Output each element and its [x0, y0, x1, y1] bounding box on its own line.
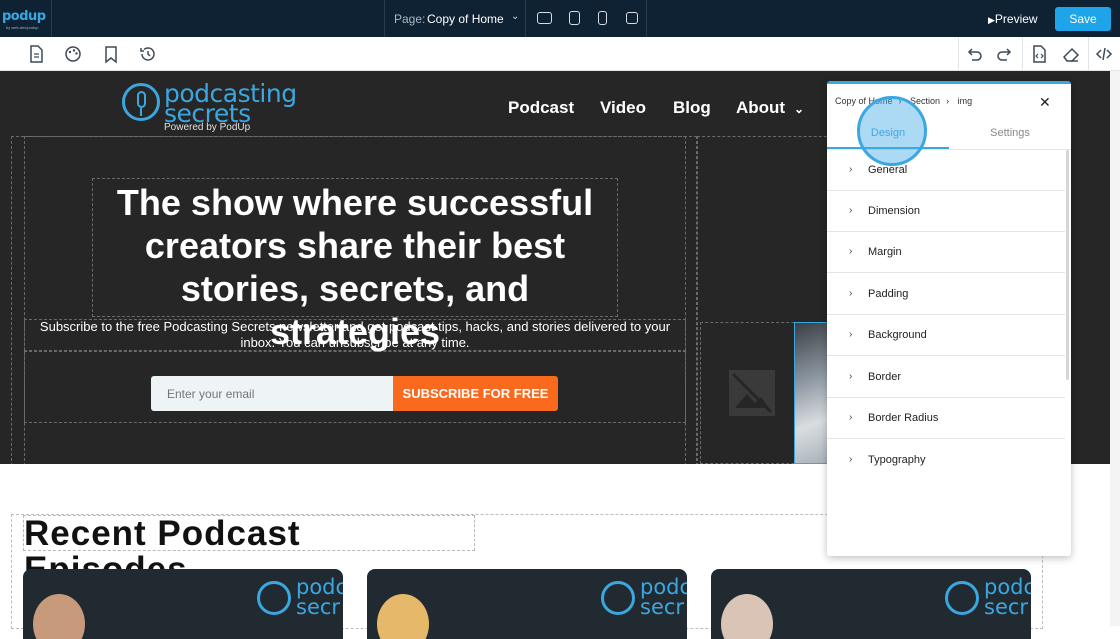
- accordion-label: Dimension: [868, 205, 920, 217]
- page-selector[interactable]: Page: Copy of Home ⌄: [384, 0, 526, 37]
- accordion-label: Border Radius: [868, 412, 939, 424]
- chevron-right-icon: ›: [849, 329, 853, 340]
- close-icon[interactable]: ✕: [1039, 94, 1051, 111]
- accordion-background[interactable]: › Background: [827, 315, 1065, 356]
- nav-link-podcast[interactable]: Podcast: [508, 98, 574, 118]
- hero-subtext[interactable]: Subscribe to the free Podcasting Secrets…: [24, 319, 686, 351]
- chevron-right-icon: ›: [849, 246, 853, 257]
- accordion-label: Border: [868, 371, 902, 383]
- podcast-mic-logo-icon: [122, 83, 160, 121]
- card-brand-line2: secr: [296, 595, 341, 619]
- accordion-border[interactable]: › Border: [827, 357, 1065, 398]
- episode-card[interactable]: podc secr: [367, 569, 687, 639]
- hero-headline[interactable]: The show where successful creators share…: [92, 178, 618, 352]
- mobile-view-icon[interactable]: [598, 11, 607, 25]
- eraser-icon[interactable]: [1061, 44, 1081, 64]
- guest-photo: [721, 594, 773, 639]
- chevron-right-icon: ›: [849, 371, 853, 382]
- page-selector-label: Page:: [394, 12, 426, 26]
- page-settings-icon[interactable]: [26, 44, 46, 64]
- nav-link-about[interactable]: About: [736, 98, 785, 118]
- history-icon[interactable]: [138, 44, 158, 64]
- chevron-right-icon: ›: [849, 454, 853, 465]
- accordion-label: Padding: [868, 288, 909, 300]
- save-button[interactable]: Save: [1055, 7, 1111, 31]
- preview-button[interactable]: ▶Preview: [988, 12, 1038, 26]
- divider: [1088, 37, 1089, 71]
- accordion-padding[interactable]: › Padding: [827, 274, 1065, 315]
- broken-image-icon: [729, 370, 775, 416]
- undo-icon[interactable]: [964, 44, 984, 64]
- editor-top-bar: podup by web.dev/podup Page: Copy of Hom…: [0, 0, 1120, 37]
- accordion-label: Typography: [868, 454, 926, 466]
- tab-settings[interactable]: Settings: [955, 127, 1065, 139]
- card-brand-line2: secr: [984, 595, 1029, 619]
- recent-episodes-heading[interactable]: Recent Podcast Episodes: [23, 515, 475, 588]
- page-selector-value: Copy of Home: [427, 12, 504, 26]
- accordion-label: General: [868, 164, 908, 176]
- site-logo-powered-by: Powered by PodUp: [164, 122, 251, 133]
- chevron-right-icon: ›: [946, 96, 950, 106]
- element-settings-panel: Copy of Home › Section › img ✕ Design Sett…: [827, 81, 1071, 556]
- guest-photo: [33, 594, 85, 639]
- preview-label: Preview: [994, 12, 1038, 26]
- chevron-down-icon[interactable]: ⌄: [794, 102, 804, 116]
- accordion-margin[interactable]: › Margin: [827, 232, 1065, 273]
- episode-card[interactable]: podc secr: [23, 569, 343, 639]
- divider: [958, 37, 959, 71]
- chevron-right-icon: ›: [849, 412, 853, 423]
- editor-toolbar: [0, 37, 1120, 71]
- play-icon: ▶: [988, 15, 995, 25]
- tablet-view-icon[interactable]: [569, 11, 580, 25]
- app-logo-subtext: by web.dev/podup: [6, 25, 39, 30]
- code-file-icon[interactable]: [1029, 44, 1049, 64]
- accordion-dimension[interactable]: › Dimension: [827, 191, 1065, 232]
- accordion-border-radius[interactable]: › Border Radius: [827, 398, 1065, 439]
- app-logo-text: podup: [2, 9, 46, 24]
- image-placeholder[interactable]: [712, 322, 794, 464]
- chevron-right-icon: ›: [849, 205, 853, 216]
- card-brand-line1: podc: [296, 575, 343, 599]
- code-view-icon[interactable]: [1094, 44, 1114, 64]
- accordion-label: Margin: [868, 246, 902, 258]
- card-brand-line1: podc: [640, 575, 687, 599]
- divider: [1022, 37, 1023, 71]
- episode-card[interactable]: podc secr: [711, 569, 1031, 639]
- chevron-right-icon: ›: [849, 164, 853, 175]
- card-brand-line1: podc: [984, 575, 1031, 599]
- desktop-view-icon[interactable]: [537, 12, 552, 24]
- subscribe-button[interactable]: SUBSCRIBE FOR FREE: [393, 376, 558, 411]
- podcast-mic-logo-icon: [257, 581, 291, 615]
- breadcrumb-item-img: img: [957, 96, 973, 106]
- podcast-mic-logo-icon: [601, 581, 635, 615]
- accordion-label: Background: [868, 329, 927, 341]
- redo-icon[interactable]: [995, 44, 1015, 64]
- fullscreen-view-icon[interactable]: [626, 12, 638, 24]
- podcast-mic-logo-icon: [945, 581, 979, 615]
- palette-icon[interactable]: [63, 44, 83, 64]
- bookmark-icon[interactable]: [101, 44, 121, 64]
- chevron-down-icon: ⌄: [511, 11, 520, 22]
- accordion-general[interactable]: › General: [827, 150, 1065, 191]
- nav-link-video[interactable]: Video: [600, 98, 646, 118]
- nav-link-blog[interactable]: Blog: [673, 98, 711, 118]
- chevron-right-icon: ›: [849, 288, 853, 299]
- guest-photo: [377, 594, 429, 639]
- accordion-typography[interactable]: › Typography: [827, 440, 1065, 481]
- canvas-scrollbar[interactable]: [1110, 71, 1120, 626]
- divider: [646, 0, 647, 37]
- panel-scrollbar[interactable]: [1066, 150, 1069, 380]
- email-input[interactable]: [151, 376, 394, 411]
- card-brand-line2: secr: [640, 595, 685, 619]
- app-logo[interactable]: podup by web.dev/podup: [0, 0, 52, 37]
